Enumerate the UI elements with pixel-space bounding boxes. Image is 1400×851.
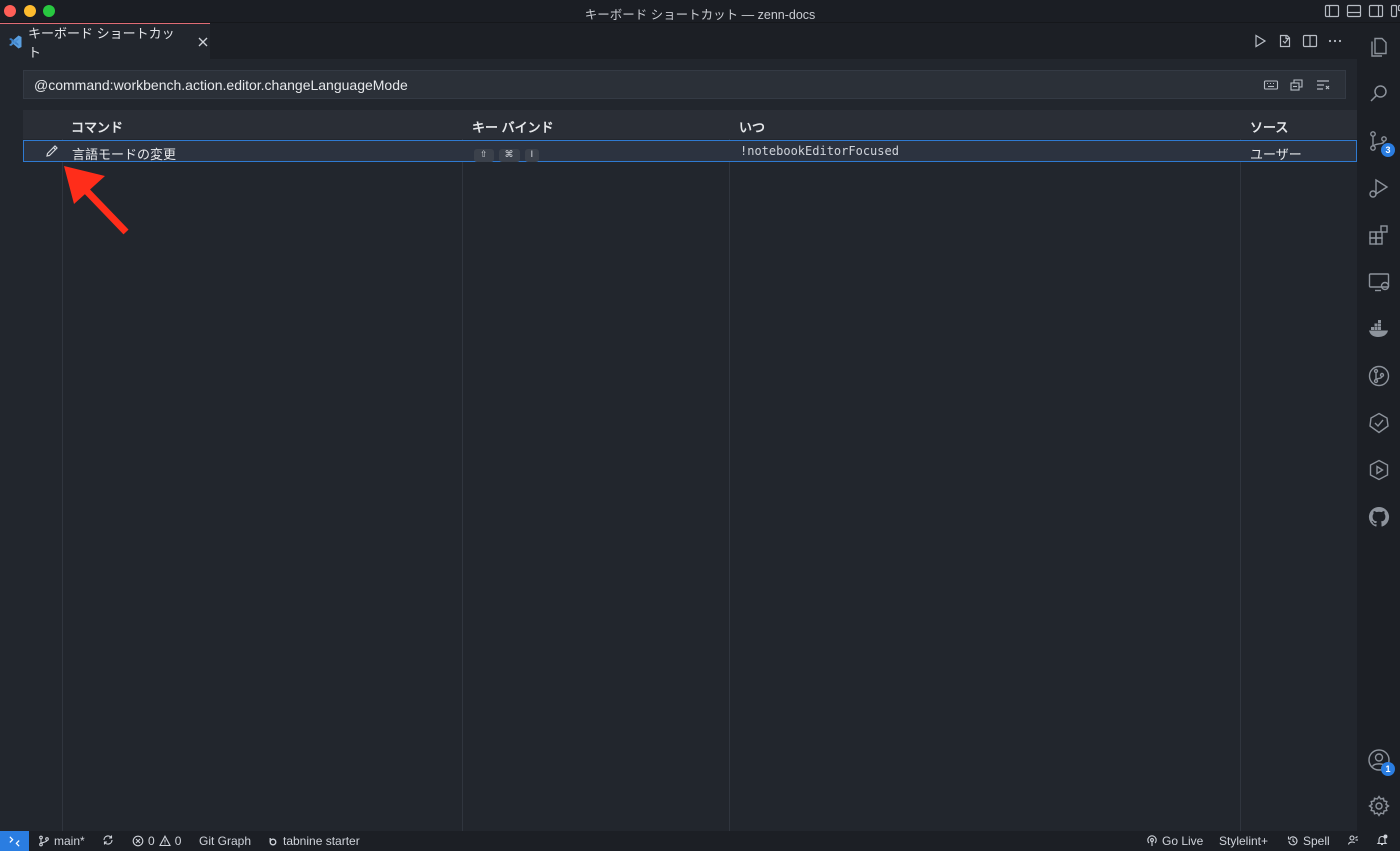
column-header-when[interactable]: いつ [739, 117, 765, 136]
run-icon[interactable] [1252, 33, 1268, 49]
tabnine-icon [269, 838, 277, 846]
toggle-panel-icon[interactable] [1346, 3, 1362, 19]
sync-status[interactable] [102, 834, 114, 846]
scm-badge: 3 [1381, 143, 1395, 157]
more-actions-icon[interactable] [1327, 33, 1343, 49]
git-graph-status[interactable]: Git Graph [199, 834, 251, 848]
go-live-status[interactable]: Go Live [1146, 834, 1203, 848]
notifications-status[interactable] [1376, 834, 1388, 846]
git-graph-icon[interactable] [1367, 364, 1391, 388]
warning-icon [158, 835, 171, 847]
split-editor-icon[interactable] [1302, 33, 1318, 49]
column-header-keybinding[interactable]: キー バインド [472, 117, 554, 136]
sort-by-precedence-icon[interactable] [1289, 77, 1305, 93]
search-actions [1263, 77, 1331, 93]
customize-layout-icon[interactable] [1390, 3, 1400, 19]
extensions-icon[interactable] [1367, 223, 1391, 247]
key-command: ⌘ [498, 149, 520, 162]
error-icon [132, 835, 144, 847]
explorer-icon[interactable] [1367, 35, 1391, 59]
editor-actions [1252, 33, 1343, 49]
warning-count: 0 [174, 834, 182, 848]
run-and-debug-icon[interactable] [1367, 176, 1391, 200]
toggle-primary-sidebar-icon[interactable] [1324, 3, 1340, 19]
window-title: キーボード ショートカット — zenn-docs [584, 8, 816, 22]
git-graph-label: Git Graph [199, 834, 252, 848]
broadcast-icon [1147, 835, 1157, 846]
docker-icon[interactable] [1367, 317, 1391, 341]
column-divider [1240, 139, 1241, 831]
feedback-status[interactable] [1347, 834, 1359, 846]
tab-keyboard-shortcuts[interactable]: キーボード ショートカット [0, 23, 210, 60]
column-header-source[interactable]: ソース [1250, 117, 1288, 136]
open-keybindings-json-icon[interactable] [1277, 33, 1293, 49]
edit-keybinding-icon[interactable] [44, 143, 60, 159]
tabnine-status[interactable]: tabnine starter [267, 834, 360, 848]
key-shift: ⇧ [474, 149, 494, 162]
bell-icon [1376, 834, 1388, 846]
record-keys-icon[interactable] [1263, 77, 1279, 93]
history-icon [1287, 836, 1298, 846]
branch-icon [39, 835, 49, 847]
when-cell: !notebookEditorFocused [740, 144, 899, 158]
keybinding-cell: ⇧ ⌘ I [474, 145, 544, 162]
stylelint-status[interactable]: Stylelint+ [1219, 834, 1268, 848]
gear-icon[interactable] [1367, 794, 1391, 818]
error-count: 0 [148, 834, 155, 848]
keybindings-search [23, 70, 1346, 99]
tab-label: キーボード ショートカット [28, 25, 175, 60]
status-bar: main* 0 0 Git Graph tabnine starter Go L… [0, 831, 1400, 851]
column-divider [729, 139, 730, 831]
annotation-arrow-icon [64, 166, 129, 235]
search-input[interactable] [24, 76, 1224, 93]
sync-icon [103, 835, 113, 845]
column-divider [62, 139, 63, 831]
testing-icon[interactable] [1367, 411, 1391, 435]
close-icon[interactable] [196, 35, 210, 49]
live-share-icon[interactable] [1367, 458, 1391, 482]
search-icon[interactable] [1367, 82, 1391, 106]
editor-tab-bar: キーボード ショートカット [0, 23, 1357, 60]
go-live-label: Go Live [1162, 834, 1204, 848]
source-control-icon[interactable]: 3 [1367, 129, 1395, 157]
branch-status[interactable]: main* [38, 834, 85, 848]
remote-indicator[interactable] [0, 831, 29, 851]
column-header-command[interactable]: コマンド [71, 117, 123, 136]
spell-label: Spell [1303, 834, 1330, 848]
tabnine-label: tabnine starter [283, 834, 360, 848]
column-divider [462, 139, 463, 831]
vscode-icon [7, 34, 23, 50]
accounts-icon[interactable]: 1 [1367, 748, 1395, 776]
toggle-secondary-sidebar-icon[interactable] [1368, 3, 1384, 19]
keybindings-table-header: コマンド キー バインド いつ ソース [23, 110, 1357, 139]
table-row[interactable]: 言語モードの変更 ⇧ ⌘ I !notebookEditorFocused ユーザー [23, 140, 1357, 162]
problems-status[interactable]: 0 0 [132, 834, 181, 848]
remote-explorer-icon[interactable] [1367, 270, 1391, 294]
clear-search-icon[interactable] [1315, 77, 1331, 93]
title-bar: キーボード ショートカット — zenn-docs [0, 0, 1400, 23]
spell-status[interactable]: Spell [1287, 834, 1330, 848]
layout-controls [1324, 3, 1400, 19]
source-cell: ユーザー [1250, 147, 1302, 162]
key-i: I [524, 149, 540, 162]
accounts-badge: 1 [1381, 762, 1395, 776]
branch-name: main* [54, 834, 85, 848]
github-icon[interactable] [1367, 505, 1391, 529]
stylelint-label: Stylelint+ [1219, 834, 1269, 848]
feedback-icon [1347, 835, 1358, 845]
activity-bar: 3 1 [1357, 23, 1400, 831]
